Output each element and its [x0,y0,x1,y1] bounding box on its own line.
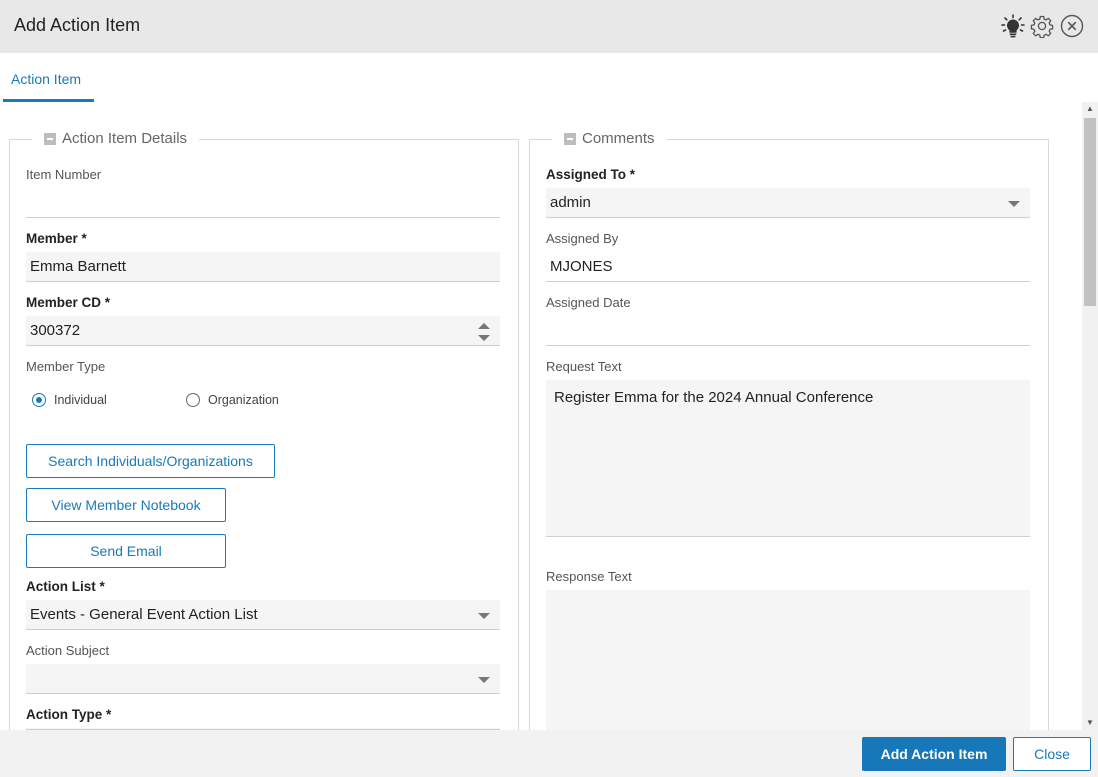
assigned-by-field[interactable]: MJONES [546,252,1030,282]
send-email-button[interactable]: Send Email [26,534,226,568]
comments-legend: Comments [552,130,667,147]
action-list-select[interactable]: Events - General Event Action List [26,600,500,630]
tab-action-item[interactable]: Action Item [3,60,94,102]
radio-individual[interactable]: Individual [32,393,107,407]
action-item-details-legend: Action Item Details [32,130,200,147]
radio-individual-label: Individual [54,393,107,407]
search-individuals-button[interactable]: Search Individuals/Organizations [26,444,275,478]
assigned-date-field[interactable] [546,316,1030,346]
response-text-label: Response Text [546,569,632,584]
request-text-area[interactable]: Register Emma for the 2024 Annual Confer… [546,380,1030,537]
member-cd-field[interactable]: 300372 [26,316,500,346]
radio-organization[interactable]: Organization [186,393,279,407]
member-label: Member * [26,231,87,246]
action-type-label: Action Type * [26,707,112,722]
action-list-value: Events - General Event Action List [30,606,258,623]
gear-icon[interactable] [1029,13,1055,39]
assigned-date-label: Assigned Date [546,295,631,310]
close-icon[interactable] [1059,13,1085,39]
action-subject-label: Action Subject [26,643,110,658]
action-subject-select[interactable] [26,664,500,694]
chevron-down-icon [478,613,490,619]
member-cd-label: Member CD * [26,295,111,310]
assigned-to-select[interactable]: admin [546,188,1030,218]
item-number-field[interactable] [26,188,500,218]
assigned-to-value: admin [550,194,591,211]
scrollbar-thumb[interactable] [1084,118,1096,306]
section-title: Action Item Details [62,130,188,147]
scroll-down-arrow[interactable]: ▼ [1082,716,1098,730]
radio-organization-label: Organization [208,393,279,407]
collapse-icon[interactable] [564,132,576,145]
number-stepper-icon[interactable] [478,323,490,341]
member-field[interactable]: Emma Barnett [26,252,500,282]
section-title: Comments [582,130,655,147]
request-text-label: Request Text [546,359,622,374]
member-cd-value: 300372 [30,322,81,339]
collapse-icon[interactable] [44,132,56,145]
action-list-label: Action List * [26,579,105,594]
dialog-title: Add Action Item [14,15,141,35]
chevron-down-icon [1008,201,1020,207]
item-number-label: Item Number [26,167,102,182]
assigned-to-label: Assigned To * [546,167,636,182]
assigned-by-label: Assigned By [546,231,619,246]
radio-selected-icon [32,393,46,407]
member-type-label: Member Type [26,359,106,374]
close-button[interactable]: Close [1013,737,1091,771]
lightbulb-icon[interactable] [1000,13,1026,39]
view-member-notebook-button[interactable]: View Member Notebook [26,488,226,522]
chevron-down-icon [478,677,490,683]
add-action-item-button[interactable]: Add Action Item [862,737,1006,771]
scroll-up-arrow[interactable]: ▲ [1082,102,1098,116]
radio-unselected-icon [186,393,200,407]
response-text-area[interactable] [546,590,1030,730]
dialog-title-bar: Add Action Item [0,0,1098,53]
